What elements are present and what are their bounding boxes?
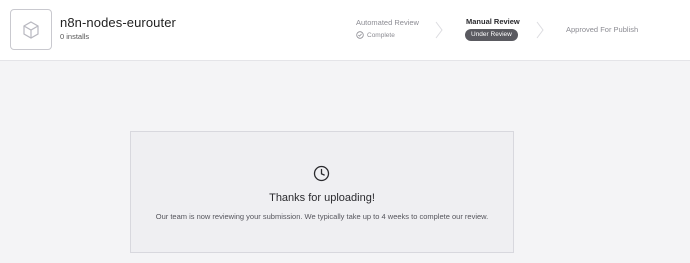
upload-confirmation-card: Thanks for uploading! Our team is now re… — [130, 131, 514, 253]
step-automated-review-title: Automated Review — [356, 18, 419, 27]
step-automated-review-status: Complete — [356, 31, 395, 39]
card-message: Our team is now reviewing your submissio… — [155, 212, 489, 221]
step-automated-review-status-label: Complete — [367, 31, 395, 39]
step-manual-review-title: Manual Review — [466, 17, 520, 26]
cube-icon — [10, 9, 52, 50]
package-header: n8n-nodes-eurouter 0 installs Automated … — [0, 0, 690, 61]
package-installs: 0 installs — [60, 32, 90, 41]
check-circle-icon — [356, 31, 364, 39]
step-approved-title: Approved For Publish — [566, 25, 639, 34]
status-badge: Under Review — [465, 29, 518, 41]
package-name: n8n-nodes-eurouter — [60, 15, 176, 30]
clock-icon — [313, 165, 330, 182]
chevron-right-icon — [435, 21, 443, 39]
chevron-right-icon — [536, 21, 544, 39]
card-title: Thanks for uploading! — [269, 192, 375, 204]
